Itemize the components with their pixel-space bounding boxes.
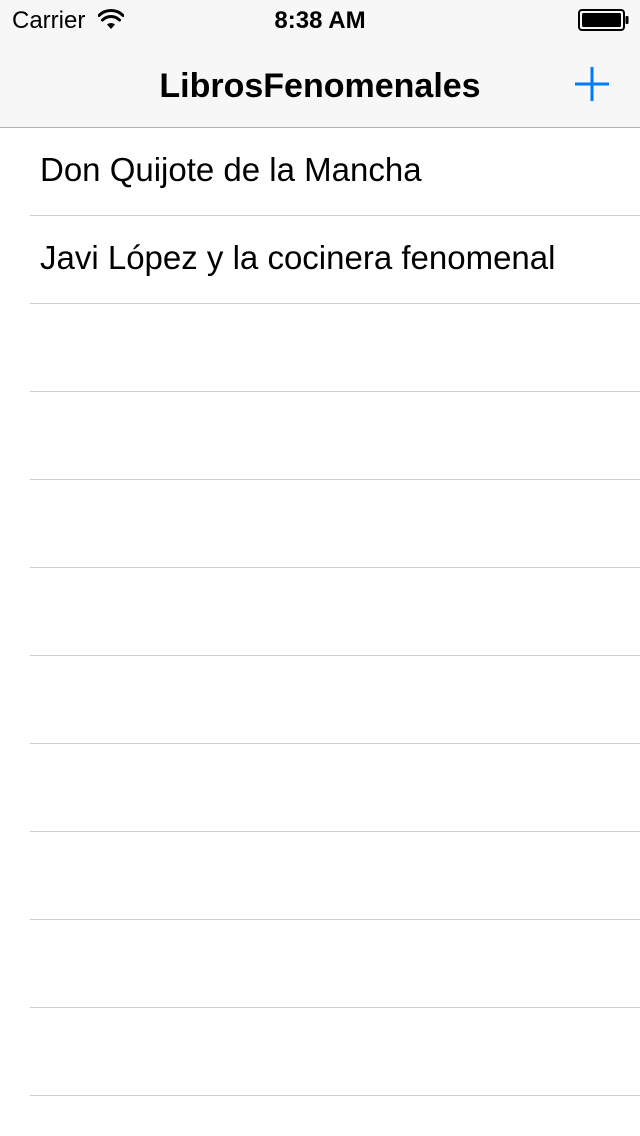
empty-row xyxy=(0,568,640,656)
book-list[interactable]: Don Quijote de la Mancha Javi López y la… xyxy=(0,128,640,1136)
navigation-bar: LibrosFenomenales xyxy=(0,40,640,128)
clock: 8:38 AM xyxy=(274,7,366,34)
book-title: Javi López y la cocinera fenomenal xyxy=(40,239,556,276)
empty-row xyxy=(0,480,640,568)
empty-row xyxy=(0,392,640,480)
battery-icon xyxy=(578,9,630,31)
app-screen: Carrier 8:38 AM LibrosFenomenales Don Qu… xyxy=(0,0,640,1136)
empty-row xyxy=(0,832,640,920)
empty-row xyxy=(0,1008,640,1096)
empty-row xyxy=(0,656,640,744)
book-title: Don Quijote de la Mancha xyxy=(40,151,422,188)
header: Carrier 8:38 AM LibrosFenomenales xyxy=(0,0,640,128)
empty-row xyxy=(0,920,640,1008)
empty-row xyxy=(0,304,640,392)
add-book-button[interactable] xyxy=(566,58,618,110)
book-row[interactable]: Javi López y la cocinera fenomenal xyxy=(0,216,640,304)
status-bar: Carrier 8:38 AM xyxy=(0,0,640,40)
empty-row xyxy=(0,744,640,832)
book-row[interactable]: Don Quijote de la Mancha xyxy=(0,128,640,216)
plus-icon xyxy=(566,58,618,110)
page-title: LibrosFenomenales xyxy=(159,67,481,105)
